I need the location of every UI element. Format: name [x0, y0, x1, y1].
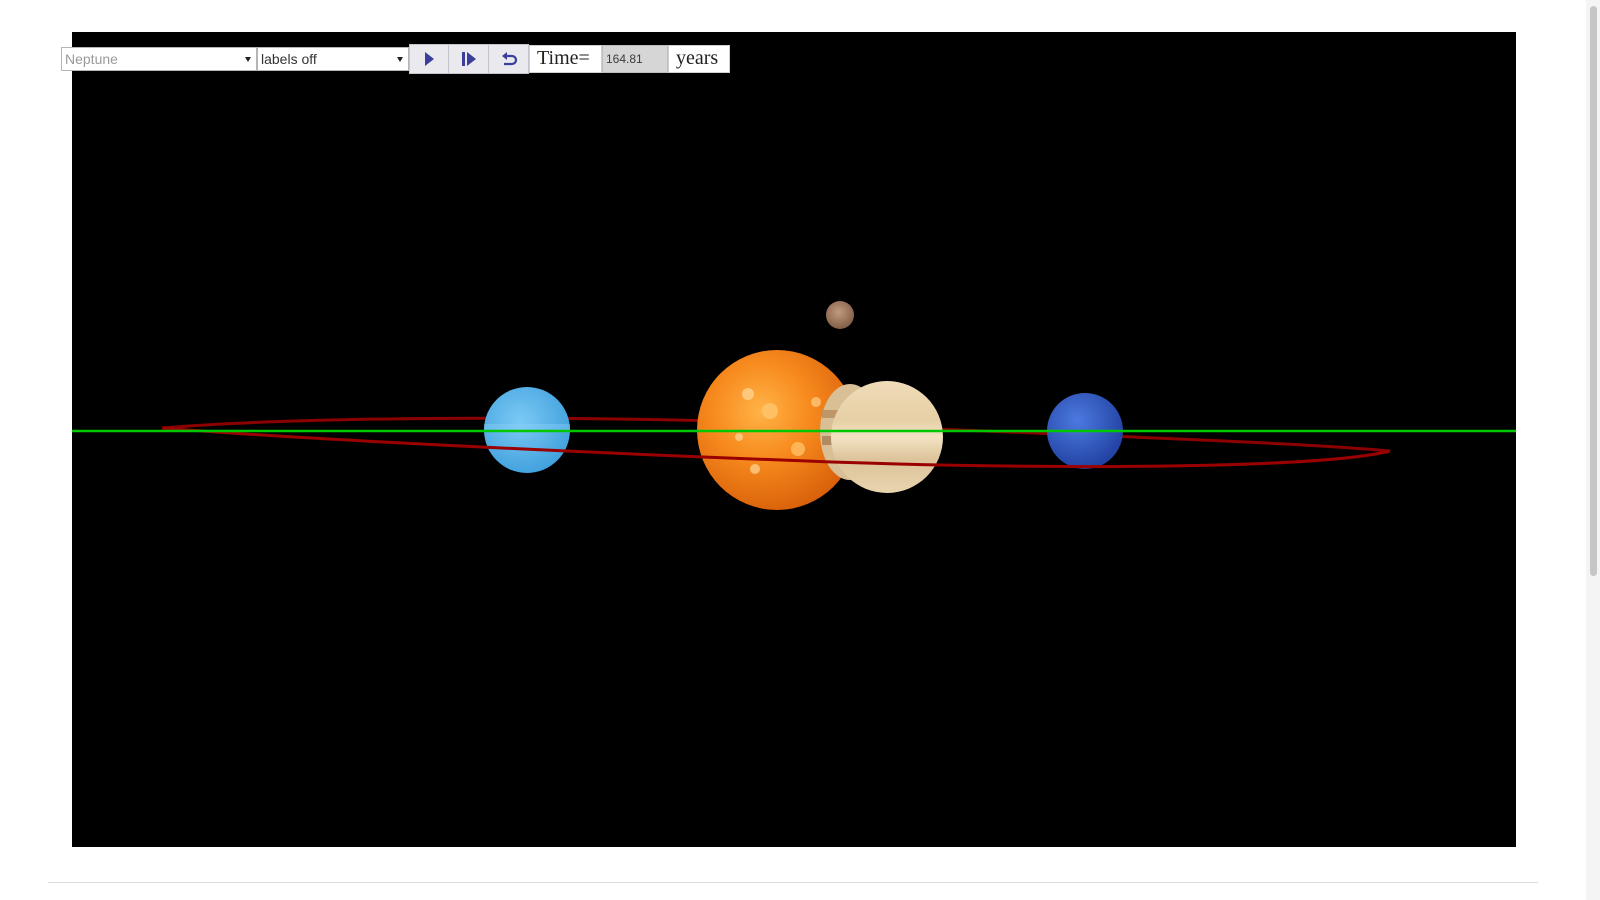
reset-button[interactable]: [489, 44, 529, 74]
page: Neptune labels off Time= 164.81 years: [0, 0, 1600, 900]
chevron-down-icon: [245, 57, 251, 62]
planet-select[interactable]: Neptune: [61, 47, 257, 71]
reset-icon: [501, 52, 517, 66]
chevron-down-icon: [397, 57, 403, 62]
planet-mars[interactable]: [826, 301, 854, 329]
planet-select-value: Neptune: [65, 51, 118, 67]
play-icon: [425, 52, 434, 66]
time-label: Time=: [529, 45, 602, 73]
scrollbar-thumb[interactable]: [1590, 6, 1597, 576]
divider: [48, 882, 1538, 883]
step-forward-icon: [461, 52, 476, 66]
step-forward-button[interactable]: [449, 44, 489, 74]
simulation-viewport[interactable]: [72, 32, 1516, 847]
controls-toolbar: Neptune labels off Time= 164.81 years: [61, 44, 730, 74]
planet-saturn[interactable]: [820, 381, 943, 493]
play-button[interactable]: [409, 44, 449, 74]
labels-select[interactable]: labels off: [257, 47, 409, 71]
time-unit-label: years: [668, 45, 730, 73]
solar-system-scene: [72, 301, 1516, 510]
time-value-field[interactable]: 164.81: [602, 45, 668, 73]
labels-select-value: labels off: [261, 51, 317, 67]
